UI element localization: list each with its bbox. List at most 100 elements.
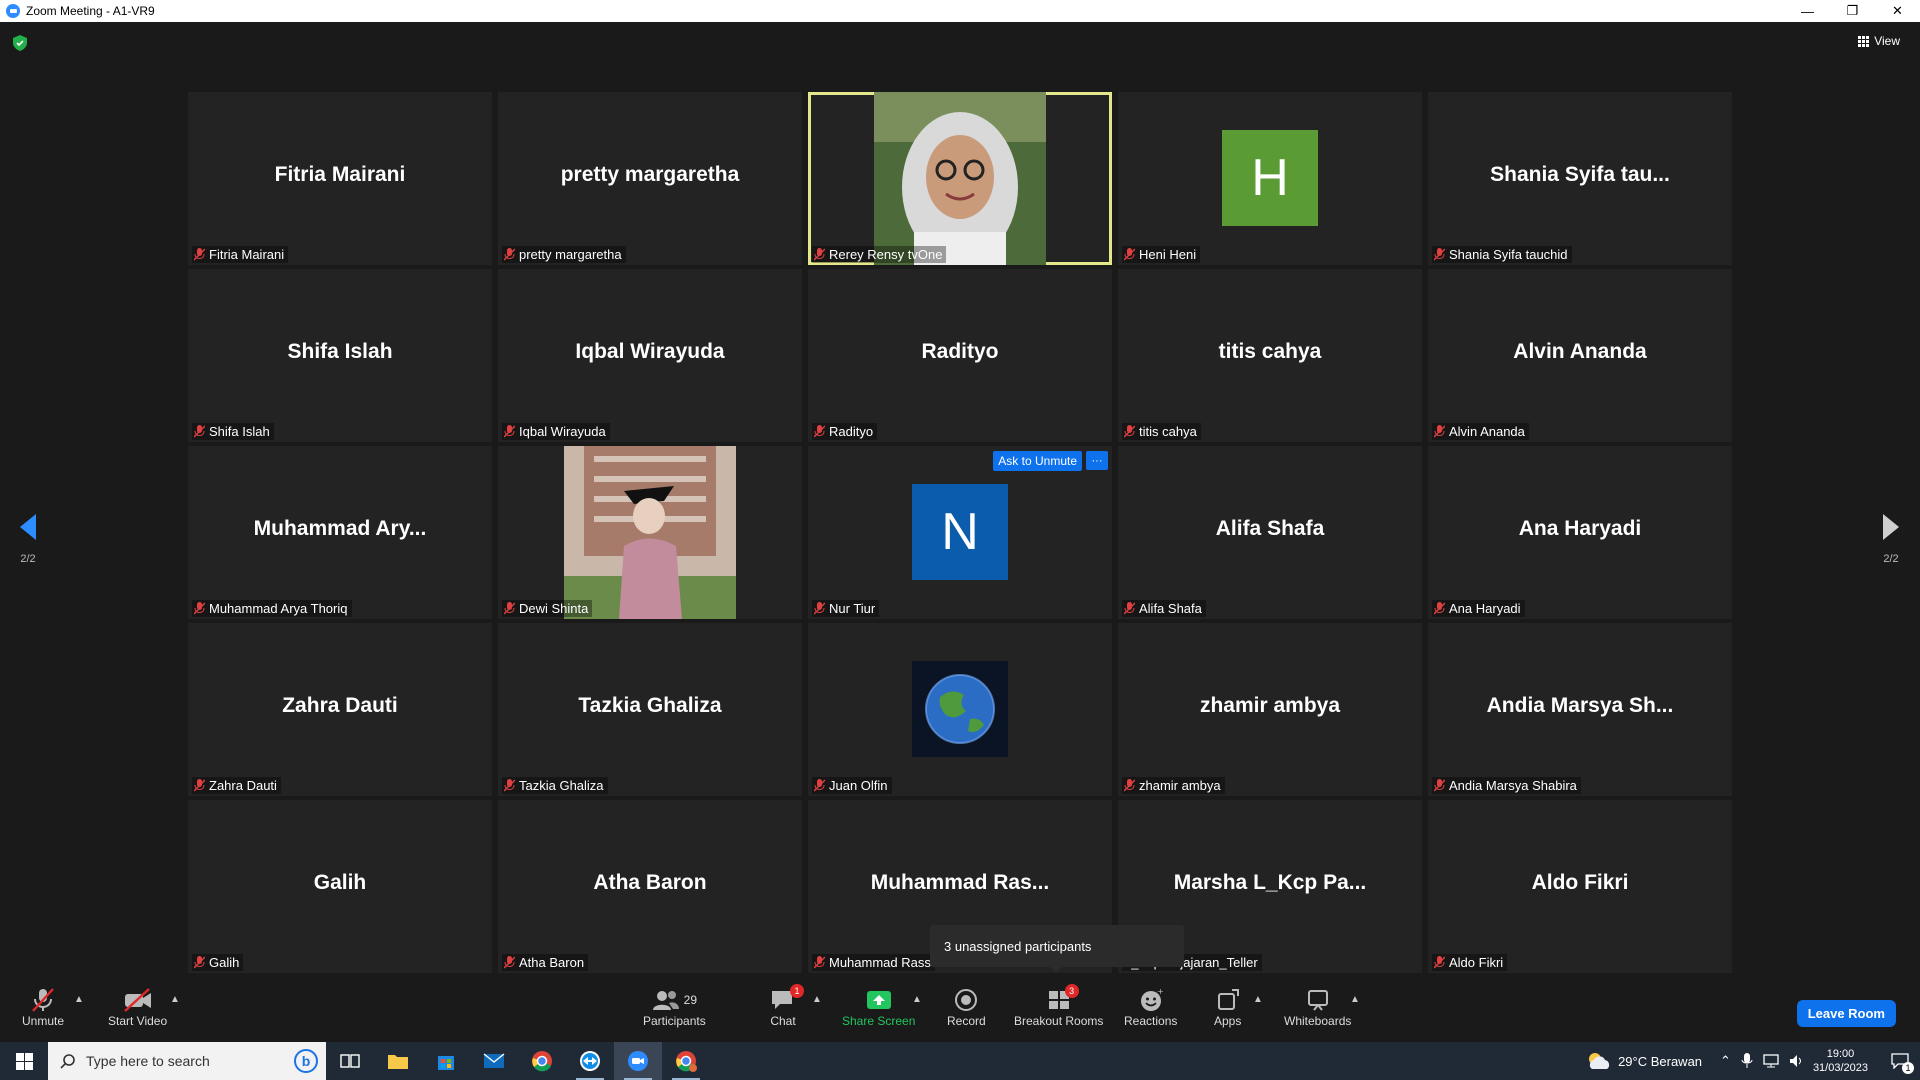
participant-tile[interactable]: Zahra Dauti Zahra Dauti: [188, 623, 492, 796]
file-explorer-icon[interactable]: [374, 1042, 422, 1080]
participant-tile[interactable]: Alvin Ananda Alvin Ananda: [1428, 269, 1732, 442]
chat-options-caret-icon[interactable]: ▲: [812, 994, 822, 1005]
muted-mic-icon: [504, 248, 515, 261]
reactions-button[interactable]: + Reactions: [1124, 986, 1177, 1028]
video-options-caret-icon[interactable]: ▲: [170, 994, 180, 1005]
minimize-button[interactable]: —: [1785, 0, 1830, 22]
participant-tile[interactable]: Dewi Shinta: [498, 446, 802, 619]
muted-mic-icon: [1124, 602, 1135, 615]
whiteboards-options-caret-icon[interactable]: ▲: [1350, 994, 1360, 1005]
more-options-button[interactable]: ···: [1086, 451, 1108, 470]
participant-nametag: Heni Heni: [1122, 246, 1201, 263]
whiteboards-button[interactable]: Whiteboards: [1284, 986, 1351, 1028]
microphone-icon[interactable]: [1741, 1053, 1753, 1069]
taskbar-clock[interactable]: 19:00 31/03/2023: [1813, 1047, 1868, 1075]
share-screen-button[interactable]: Share Screen: [842, 986, 915, 1028]
participant-tile[interactable]: zhamir ambya zhamir ambya: [1118, 623, 1422, 796]
show-hidden-icons-chevron-icon[interactable]: ⌃: [1720, 1053, 1731, 1069]
participant-tile[interactable]: Iqbal Wirayuda Iqbal Wirayuda: [498, 269, 802, 442]
participant-nametag: Andia Marsya Shabira: [1432, 777, 1581, 794]
weather-text[interactable]: 29°C Berawan: [1618, 1054, 1702, 1069]
participant-tile[interactable]: Radityo Radityo: [808, 269, 1112, 442]
participant-nametag: Nur Tiur: [812, 600, 880, 617]
unmute-button[interactable]: Unmute: [22, 986, 64, 1028]
participant-nametag: Dewi Shinta: [502, 600, 593, 617]
restore-button[interactable]: ❐: [1830, 0, 1875, 22]
apps-button[interactable]: Apps: [1214, 986, 1241, 1028]
participant-tile[interactable]: Shania Syifa tau... Shania Syifa tauchid: [1428, 92, 1732, 265]
record-button[interactable]: Record: [947, 986, 986, 1028]
participant-tile[interactable]: H Heni Heni: [1118, 92, 1422, 265]
participant-tile-hovered[interactable]: Ask to Unmute ··· N Nur Tiur: [808, 446, 1112, 619]
participant-profile-photo: [564, 446, 736, 619]
share-options-caret-icon[interactable]: ▲: [912, 994, 922, 1005]
start-button[interactable]: [0, 1042, 48, 1080]
next-page-button[interactable]: 2/2: [1871, 512, 1911, 565]
participant-tile[interactable]: Andia Marsya Sh... Andia Marsya Shabira: [1428, 623, 1732, 796]
leave-room-button[interactable]: Leave Room: [1796, 1000, 1896, 1027]
window-title: Zoom Meeting - A1-VR9: [26, 4, 155, 18]
participant-tile[interactable]: Alifa Shafa Alifa Shafa: [1118, 446, 1422, 619]
participant-display-name: Zahra Dauti: [282, 693, 398, 717]
volume-icon[interactable]: [1789, 1054, 1805, 1068]
participant-nametag: Alvin Ananda: [1432, 423, 1529, 440]
muted-mic-icon: [194, 779, 205, 792]
muted-mic-icon: [814, 956, 825, 969]
participant-tile[interactable]: Muhammad Ary... Muhammad Arya Thoriq: [188, 446, 492, 619]
participant-tile[interactable]: Tazkia Ghaliza Tazkia Ghaliza: [498, 623, 802, 796]
muted-mic-icon: [194, 248, 205, 261]
notifications-button[interactable]: 1: [1880, 1042, 1920, 1080]
participant-nametag: Alifa Shafa: [1122, 600, 1206, 617]
network-icon[interactable]: [1763, 1054, 1779, 1068]
participant-tile[interactable]: Atha Baron Atha Baron: [498, 800, 802, 973]
chat-button[interactable]: 1 Chat: [770, 984, 804, 1028]
participant-nametag: Fitria Mairani: [192, 246, 289, 263]
apps-options-caret-icon[interactable]: ▲: [1253, 994, 1263, 1005]
mail-icon[interactable]: [470, 1042, 518, 1080]
participant-tile-active-speaker[interactable]: Rerey Rensy tvOne: [808, 92, 1112, 265]
task-view-icon[interactable]: [326, 1042, 374, 1080]
bing-icon[interactable]: b: [294, 1049, 318, 1073]
muted-mic-icon: [1124, 779, 1135, 792]
chrome-profile-icon[interactable]: [662, 1042, 710, 1080]
teamviewer-icon[interactable]: [566, 1042, 614, 1080]
audio-options-caret-icon[interactable]: ▲: [74, 994, 84, 1005]
muted-mic-icon: [814, 248, 825, 261]
participant-nametag: Shania Syifa tauchid: [1432, 246, 1572, 263]
ask-to-unmute-button[interactable]: Ask to Unmute: [993, 451, 1082, 471]
taskbar-search-box[interactable]: Type here to search b: [48, 1042, 326, 1080]
participant-nametag: Rerey Rensy tvOne: [812, 246, 947, 263]
encryption-shield-icon[interactable]: [13, 35, 27, 51]
zoom-app-icon[interactable]: [614, 1042, 662, 1080]
participant-tile[interactable]: Shifa Islah Shifa Islah: [188, 269, 492, 442]
start-video-button[interactable]: Start Video: [108, 986, 167, 1028]
close-button[interactable]: ✕: [1875, 0, 1920, 22]
muted-mic-icon: [1434, 248, 1445, 261]
chrome-icon[interactable]: [518, 1042, 566, 1080]
participants-button[interactable]: 29 Participants: [643, 986, 706, 1028]
participant-tile[interactable]: pretty margaretha pretty margaretha: [498, 92, 802, 265]
participant-display-name: Muhammad Ary...: [253, 516, 427, 540]
microsoft-store-icon[interactable]: [422, 1042, 470, 1080]
participant-display-name: Andia Marsya Sh...: [1486, 693, 1674, 717]
page-indicator-left: 2/2: [20, 553, 36, 565]
breakout-rooms-button[interactable]: 3 Breakout Rooms: [1014, 984, 1103, 1028]
title-bar: Zoom Meeting - A1-VR9 — ❐ ✕: [0, 0, 1920, 22]
participant-tile[interactable]: titis cahya titis cahya: [1118, 269, 1422, 442]
participants-count: 29: [683, 993, 698, 1007]
participant-tile[interactable]: Fitria Mairani Fitria Mairani: [188, 92, 492, 265]
previous-page-button[interactable]: 2/2: [8, 512, 48, 565]
muted-mic-icon: [504, 779, 515, 792]
participant-tile[interactable]: Ana Haryadi Ana Haryadi: [1428, 446, 1732, 619]
participant-display-name: Radityo: [921, 339, 999, 363]
view-button[interactable]: View: [1858, 34, 1900, 48]
muted-mic-icon: [1434, 956, 1445, 969]
participant-display-name: Iqbal Wirayuda: [575, 339, 725, 363]
participant-tile[interactable]: Aldo Fikri Aldo Fikri: [1428, 800, 1732, 973]
participant-tile[interactable]: Juan Olfin: [808, 623, 1112, 796]
apps-icon: [1217, 989, 1239, 1010]
participant-tile[interactable]: Galih Galih: [188, 800, 492, 973]
meeting-controls-bar: Unmute ▲ Start Video ▲ 29 Participants 1…: [0, 980, 1920, 1042]
unassigned-participants-popup[interactable]: 3 unassigned participants: [930, 925, 1184, 973]
participant-nametag: Aldo Fikri: [1432, 954, 1508, 971]
